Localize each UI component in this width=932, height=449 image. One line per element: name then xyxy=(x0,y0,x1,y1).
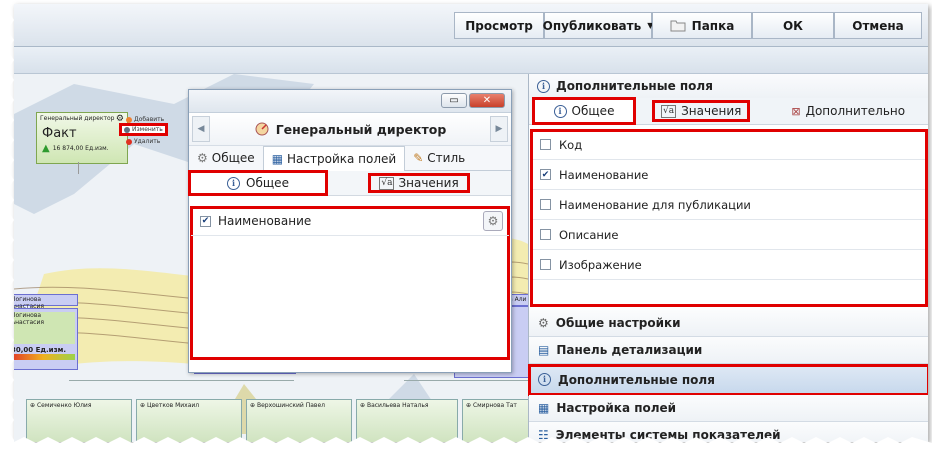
torn-edge-border xyxy=(0,0,932,449)
